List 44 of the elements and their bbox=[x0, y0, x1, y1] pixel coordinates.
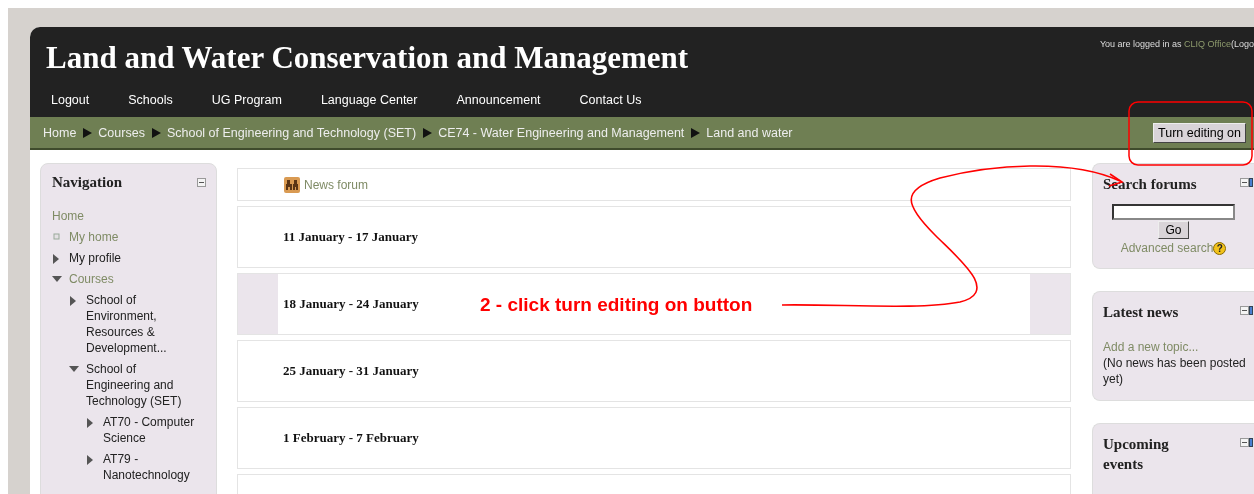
block-controls-icon bbox=[1240, 438, 1254, 448]
breadcrumb-link[interactable]: Land and water bbox=[706, 125, 793, 140]
nav-item[interactable]: My profile bbox=[69, 250, 121, 266]
week-title: 25 January - 31 January bbox=[283, 363, 419, 379]
triangle-icon bbox=[150, 127, 161, 138]
week-title: 18 January - 24 January bbox=[283, 296, 419, 312]
block-title: Latest news bbox=[1103, 303, 1180, 322]
breadcrumb-link[interactable]: CE74 - Water Engineering and Management bbox=[438, 125, 685, 140]
triangle-icon bbox=[82, 127, 93, 138]
breadcrumb-link[interactable]: School of Engineering and Technology (SET) bbox=[166, 125, 417, 140]
empty-news-message: (No news has been posted yet) bbox=[1103, 355, 1247, 387]
collapse-icon bbox=[197, 178, 206, 187]
login-info: You are logged in as CLIQ Office(Logo bbox=[1099, 39, 1254, 49]
block-title: Navigation bbox=[52, 174, 122, 191]
user-link[interactable]: CLIQ Office bbox=[1184, 39, 1231, 49]
nav-item[interactable]: School of Environment, Resources & Development... bbox=[86, 292, 201, 356]
nav-item[interactable]: AT79 - Nanotechnology bbox=[103, 451, 201, 483]
triangle-icon bbox=[422, 127, 433, 138]
week-title: 1 February - 7 February bbox=[283, 430, 419, 446]
menu-link[interactable]: Language Center bbox=[320, 93, 418, 117]
block-title: Upcoming events bbox=[1103, 435, 1170, 474]
breadcrumb-link[interactable]: Home bbox=[43, 125, 77, 140]
help-icon[interactable]: ? bbox=[1213, 241, 1227, 255]
menu-link[interactable]: Logout bbox=[51, 93, 90, 117]
breadcrumb-link[interactable]: Courses bbox=[98, 125, 145, 140]
turn-editing-on-button[interactable]: Turn editing on bbox=[1153, 122, 1246, 143]
go-button[interactable]: Go bbox=[1158, 221, 1189, 239]
nav-item[interactable]: AT70 - Computer Science bbox=[103, 414, 201, 446]
menu-link[interactable]: Contact Us bbox=[579, 93, 642, 117]
menu-link[interactable]: Schools bbox=[128, 93, 173, 117]
triangle-icon bbox=[690, 127, 701, 138]
site-title: Land and Water Conservation and Management bbox=[46, 40, 689, 76]
menu-link[interactable]: Announcement bbox=[456, 93, 541, 117]
forum-link[interactable]: News forum bbox=[304, 177, 368, 192]
forum-icon bbox=[284, 176, 300, 193]
week-title: 11 January - 17 January bbox=[283, 229, 419, 245]
bullet-icon bbox=[52, 233, 61, 242]
search-field[interactable] bbox=[1112, 204, 1235, 220]
nav-item[interactable]: School of Engineering and Technology (SET) bbox=[86, 361, 201, 409]
block-controls-icon bbox=[1240, 178, 1254, 188]
menu-link[interactable]: UG Program bbox=[211, 93, 282, 117]
block-title: Search forums bbox=[1103, 175, 1198, 194]
block-controls-icon bbox=[1240, 306, 1254, 316]
annotation-label: 2 - click turn editing on button bbox=[480, 294, 753, 316]
